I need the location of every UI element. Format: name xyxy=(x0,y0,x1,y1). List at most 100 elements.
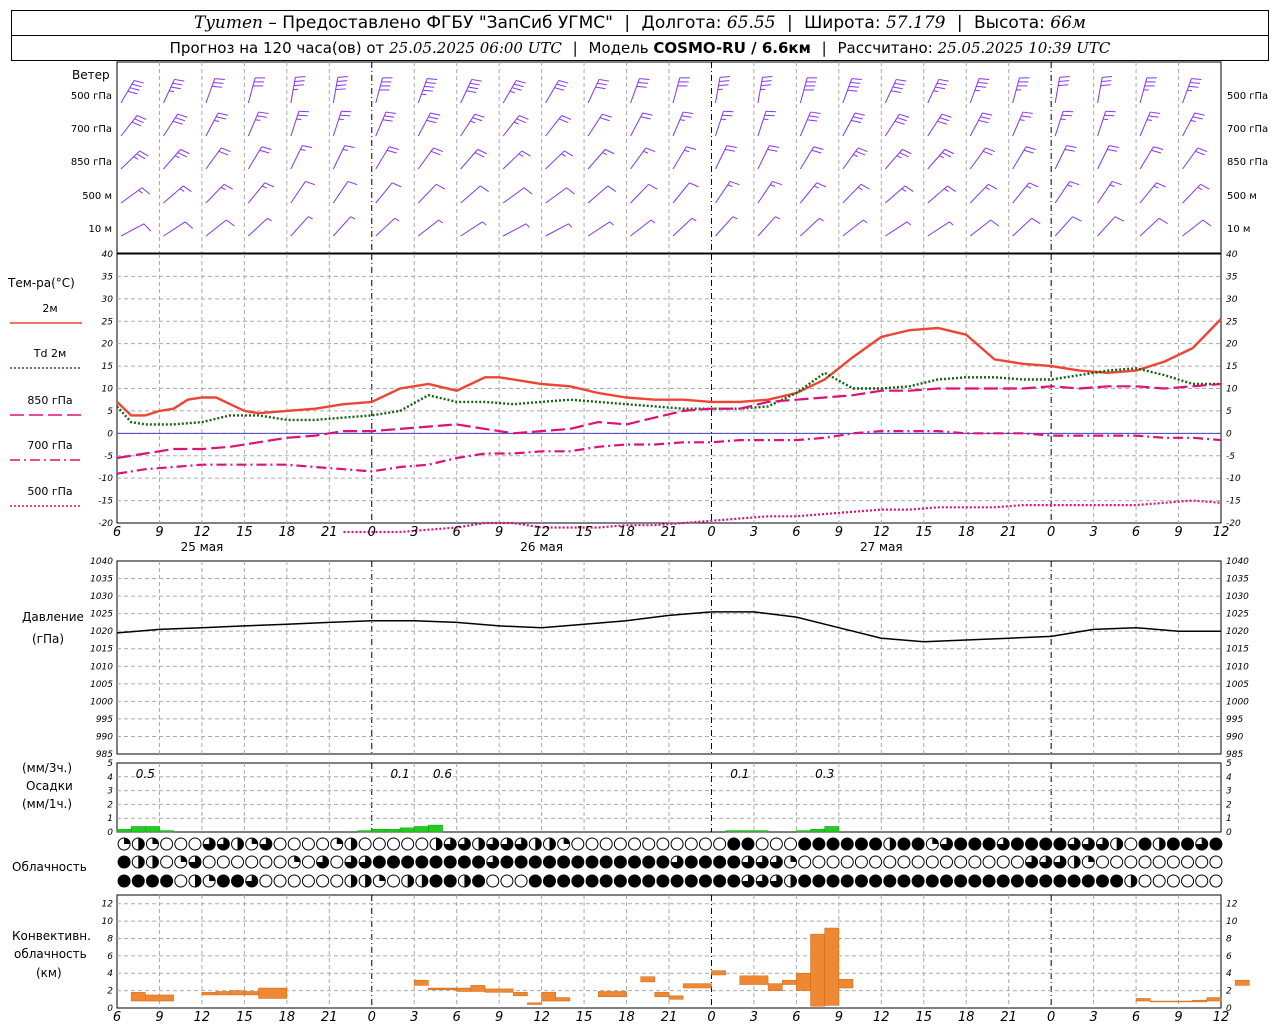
wind-barb-L1 xyxy=(163,113,188,137)
wind-barb-L2 xyxy=(1012,146,1036,170)
cloud-mid-symbol xyxy=(216,855,230,869)
cloud-fill xyxy=(1025,875,1038,887)
cloud-mid-symbol xyxy=(755,855,769,869)
barb-feather xyxy=(426,119,437,124)
cloud-mid-symbol xyxy=(415,855,429,869)
cloud-high-symbol xyxy=(1181,837,1195,851)
barb-feather xyxy=(1114,216,1125,222)
temp-ytick-right: 5 xyxy=(1226,407,1232,417)
barb-feather xyxy=(138,189,143,194)
wind-barb-L0 xyxy=(417,78,438,104)
barb-feather xyxy=(136,115,147,120)
cloud-low-symbol xyxy=(231,874,245,888)
conv-bar xyxy=(229,990,245,996)
cloud-circle xyxy=(784,837,798,851)
barb-staff xyxy=(1182,219,1204,237)
cloud-fill xyxy=(1074,856,1081,868)
cloud-fill xyxy=(897,838,910,850)
cloud-high-symbol xyxy=(131,837,145,851)
barb-feather xyxy=(1061,114,1072,117)
barb-feather xyxy=(297,114,308,117)
wind-barb-L4 xyxy=(1097,216,1125,237)
cloud-fill xyxy=(586,856,599,868)
temp-ytick-left: -20 xyxy=(98,519,113,529)
barb-staff xyxy=(800,217,820,237)
barb-feather xyxy=(226,219,235,227)
wind-barb-L4 xyxy=(927,221,954,237)
cloud-fill xyxy=(563,838,570,844)
barb-feather xyxy=(139,150,149,157)
cloud-high-symbol xyxy=(911,837,925,851)
conv-bar xyxy=(824,927,840,1006)
cloud-high-symbol xyxy=(1067,837,1081,851)
cloud-high-symbol xyxy=(287,837,301,851)
barb-staff xyxy=(587,185,609,204)
cloud-low-symbol xyxy=(273,874,287,888)
cloud-mid-symbol xyxy=(557,855,571,869)
barb-feather xyxy=(1066,145,1077,149)
cloud-low-symbol xyxy=(486,874,500,888)
cloud-mid-symbol xyxy=(330,855,344,869)
cloud-circle xyxy=(174,837,188,851)
time-tick-label: 3 xyxy=(410,525,418,540)
temp-ytick-right: 0 xyxy=(1226,429,1232,439)
cloud-fill xyxy=(350,875,357,887)
barb-feather xyxy=(894,82,905,86)
wind-barb-L0 xyxy=(587,78,609,104)
barb-feather xyxy=(1192,116,1203,120)
cloud-circle xyxy=(1110,855,1124,869)
barb-feather xyxy=(775,216,781,220)
cloud-mid-symbol xyxy=(1095,855,1109,869)
wind-barb-L0 xyxy=(714,76,730,104)
barb-feather xyxy=(597,82,608,86)
cloud-fill xyxy=(841,838,854,850)
cloud-high-symbol xyxy=(174,837,188,851)
cloud-fill xyxy=(940,875,953,887)
wind-barb-L4 xyxy=(587,221,614,237)
barb-feather xyxy=(977,81,988,84)
wind-barb-L1 xyxy=(587,113,612,137)
cloud-mid-symbol xyxy=(1152,855,1166,869)
barb-feather xyxy=(938,78,949,82)
wind-barb-L4 xyxy=(332,216,356,237)
cloud-mid-symbol xyxy=(656,855,670,869)
wind-barb-L3 xyxy=(969,183,998,204)
barb-staff xyxy=(460,185,481,204)
wind-barb-L3 xyxy=(715,180,740,204)
barb-feather xyxy=(518,115,529,120)
wind-barb-L1 xyxy=(799,111,821,137)
time-tick-label: 12 xyxy=(533,525,550,540)
cloud-fill xyxy=(671,875,684,887)
time-tick-label: 9 xyxy=(835,525,843,540)
barb-feather xyxy=(982,112,993,116)
time-tick-label: 15 xyxy=(236,525,253,540)
cloud-low-symbol xyxy=(854,874,868,888)
wind-barb-L2 xyxy=(247,146,272,170)
wind-barb-L0 xyxy=(1139,77,1157,104)
cloud-circle xyxy=(174,874,188,888)
cloud-mid-symbol xyxy=(911,855,925,869)
precip-bar xyxy=(796,830,811,833)
barb-feather xyxy=(294,80,305,82)
wind-barb-L1 xyxy=(332,110,352,137)
barb-staff xyxy=(757,216,776,237)
cloud-mid-symbol xyxy=(287,855,301,869)
wind-level-left-4: 10 м xyxy=(89,224,112,235)
cloud-low-symbol xyxy=(1138,874,1152,888)
cloud-low-symbol xyxy=(954,874,968,888)
cloud-high-symbol xyxy=(528,837,542,851)
cloud-mid-symbol xyxy=(1181,855,1195,869)
barb-feather xyxy=(760,84,771,87)
cloud-circle xyxy=(599,837,613,851)
barb-feather xyxy=(305,180,316,186)
cloud-high-symbol xyxy=(316,837,330,851)
barb-feather xyxy=(174,78,185,82)
barb-feather xyxy=(852,116,863,120)
cloud-mid-symbol xyxy=(301,855,315,869)
barb-feather xyxy=(765,110,776,113)
barb-feather xyxy=(1108,145,1119,149)
barb-feather xyxy=(1200,183,1210,190)
cloud-low-symbol xyxy=(316,874,330,888)
barb-feather xyxy=(1101,80,1112,82)
temp-title: Тем-ра(°С) xyxy=(8,276,75,290)
